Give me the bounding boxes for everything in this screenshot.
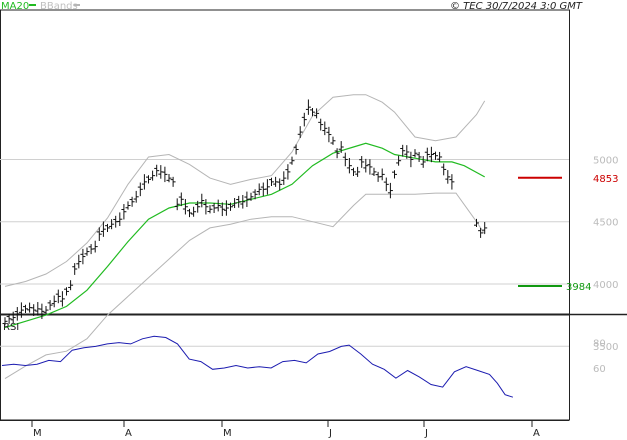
price-panel-frame (0, 9, 570, 315)
rsi-line (1, 335, 514, 398)
price-tick-label: 5000 (593, 155, 618, 166)
x-tick-label: A (125, 428, 132, 439)
x-tick-label: J (328, 428, 332, 439)
x-tick-label: A (533, 428, 540, 439)
rsi-tick-label: 60 (593, 364, 606, 375)
resistance-label: 4853 (593, 174, 618, 185)
bband-lower-line (4, 192, 486, 380)
rsi-panel-label: RSI (3, 322, 19, 333)
support-label: 3984 (566, 282, 591, 293)
bband-upper-line (4, 94, 486, 287)
legend-ma20: MA20 (1, 1, 29, 12)
x-tick-label: J (424, 428, 428, 439)
rsi-tick-label: 80 (593, 339, 606, 350)
rsi-panel-frame (0, 314, 570, 421)
x-tick-label: M (223, 428, 232, 439)
legend-bbands: BBands (40, 1, 78, 12)
ma20-line (4, 142, 485, 329)
price-tick-label: 4000 (593, 280, 618, 291)
stock-chart: 35004000450050006080M A M J J A48533984RSIMA2… (0, 1, 627, 439)
price-tick-label: 4500 (593, 218, 618, 229)
copyright-text: © TEC 30/7/2024 3:0 GMT (450, 1, 583, 12)
x-tick-label: M (33, 428, 42, 439)
